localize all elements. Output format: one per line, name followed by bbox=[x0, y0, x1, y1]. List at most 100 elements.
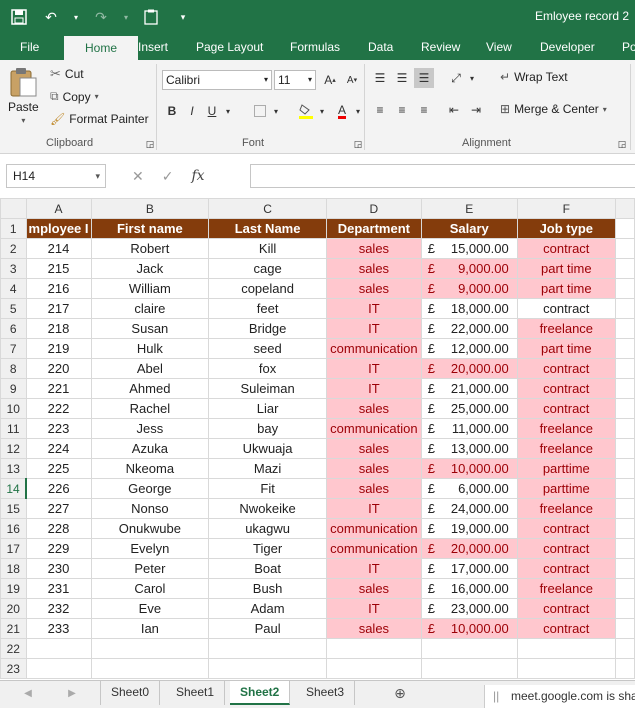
salary-cell[interactable]: £10,000.00 bbox=[420, 458, 518, 479]
italic-button[interactable]: I bbox=[182, 101, 202, 121]
department-cell[interactable]: sales bbox=[325, 398, 422, 419]
employee-id-cell[interactable]: 215 bbox=[25, 258, 92, 279]
first-name-cell[interactable]: Nonso bbox=[90, 498, 210, 519]
tab-home[interactable]: Home bbox=[64, 36, 138, 60]
row-header[interactable]: 10 bbox=[0, 398, 27, 419]
first-name-header[interactable]: First name bbox=[90, 218, 210, 239]
job-type-cell[interactable]: contract bbox=[516, 238, 616, 259]
job-type-cell[interactable]: freelance bbox=[516, 578, 616, 599]
tab-page-layout[interactable]: Page Layout bbox=[188, 34, 271, 60]
job-type-cell[interactable]: freelance bbox=[516, 498, 616, 519]
tab-formulas[interactable]: Formulas bbox=[282, 34, 348, 60]
employee-id-cell[interactable]: 227 bbox=[25, 498, 92, 519]
employee-id-cell[interactable]: 224 bbox=[25, 438, 92, 459]
empty-cell[interactable] bbox=[614, 598, 635, 619]
employee-id-cell[interactable]: 233 bbox=[25, 618, 92, 639]
empty-cell[interactable] bbox=[614, 658, 635, 679]
alignment-launcher-icon[interactable]: ◲ bbox=[612, 134, 632, 154]
employee-id-cell[interactable]: 231 bbox=[25, 578, 92, 599]
first-name-cell[interactable]: Carol bbox=[90, 578, 210, 599]
scroll-right-icon[interactable]: ▶ bbox=[62, 683, 82, 703]
last-name-cell[interactable]: Nwokeike bbox=[208, 498, 327, 519]
empty-cell[interactable] bbox=[614, 378, 635, 399]
empty-cell[interactable] bbox=[614, 258, 635, 279]
empty-cell[interactable] bbox=[614, 458, 635, 479]
department-cell[interactable]: IT bbox=[325, 498, 422, 519]
salary-cell[interactable]: £19,000.00 bbox=[420, 518, 518, 539]
first-name-cell[interactable]: Onukwube bbox=[90, 518, 210, 539]
increase-font-size-icon[interactable]: A ▴ bbox=[320, 70, 340, 90]
job-type-cell[interactable]: freelance bbox=[516, 318, 616, 339]
last-name-cell[interactable]: Paul bbox=[208, 618, 327, 639]
department-cell[interactable]: communication bbox=[325, 538, 422, 559]
undo-icon[interactable]: ↶ bbox=[40, 6, 62, 28]
last-name-cell[interactable]: Ukwuaja bbox=[208, 438, 327, 459]
job-type-header[interactable]: Job type bbox=[516, 218, 616, 239]
department-cell[interactable]: IT bbox=[325, 378, 422, 399]
name-box-dropdown-icon[interactable]: ▾ bbox=[95, 165, 100, 187]
row-header[interactable]: 16 bbox=[0, 518, 27, 539]
job-type-cell[interactable]: contract bbox=[516, 398, 616, 419]
row-header[interactable]: 4 bbox=[0, 278, 27, 299]
select-all-corner[interactable] bbox=[0, 198, 27, 219]
job-type-cell[interactable]: contract bbox=[516, 618, 616, 639]
row-header[interactable]: 22 bbox=[0, 638, 27, 659]
last-name-cell[interactable]: Bridge bbox=[208, 318, 327, 339]
last-name-cell[interactable]: Mazi bbox=[208, 458, 327, 479]
salary-cell[interactable]: £10,000.00 bbox=[420, 618, 518, 639]
sheet-tab-sheet1[interactable]: Sheet1 bbox=[166, 681, 226, 705]
row-header[interactable]: 21 bbox=[0, 618, 27, 639]
empty-cell[interactable] bbox=[90, 638, 210, 659]
row-header[interactable]: 1 bbox=[0, 218, 27, 239]
name-box[interactable]: H14 ▾ bbox=[6, 164, 106, 188]
row-header[interactable]: 7 bbox=[0, 338, 27, 359]
row-header[interactable]: 8 bbox=[0, 358, 27, 379]
first-name-cell[interactable]: Jess bbox=[90, 418, 210, 439]
sheet-tab-sheet3[interactable]: Sheet3 bbox=[296, 681, 356, 705]
last-name-cell[interactable]: Boat bbox=[208, 558, 327, 579]
salary-cell[interactable]: £22,000.00 bbox=[420, 318, 518, 339]
tab-view[interactable]: View bbox=[478, 34, 520, 60]
department-cell[interactable]: communication bbox=[325, 418, 422, 439]
last-name-cell[interactable]: Liar bbox=[208, 398, 327, 419]
employee-id-cell[interactable]: 219 bbox=[25, 338, 92, 359]
empty-cell[interactable] bbox=[614, 638, 635, 659]
empty-cell[interactable] bbox=[516, 638, 616, 659]
employee-id-cell[interactable]: 220 bbox=[25, 358, 92, 379]
employee-id-header[interactable]: mployee I bbox=[25, 218, 92, 239]
employee-id-cell[interactable]: 230 bbox=[25, 558, 92, 579]
insert-function-icon[interactable]: fx bbox=[191, 168, 204, 184]
copy-button[interactable]: ⧉ Copy ▾ bbox=[50, 89, 99, 104]
row-header[interactable]: 13 bbox=[0, 458, 27, 479]
first-name-cell[interactable]: Evelyn bbox=[90, 538, 210, 559]
job-type-cell[interactable]: contract bbox=[516, 598, 616, 619]
empty-cell[interactable] bbox=[516, 658, 616, 679]
salary-cell[interactable]: £20,000.00 bbox=[420, 538, 518, 559]
row-header[interactable]: 18 bbox=[0, 558, 27, 579]
align-middle-icon[interactable]: ☰ bbox=[392, 68, 412, 88]
job-type-cell[interactable]: contract bbox=[516, 558, 616, 579]
row-header[interactable]: 23 bbox=[0, 658, 27, 679]
column-header-b[interactable]: B bbox=[90, 198, 210, 219]
first-name-cell[interactable]: Jack bbox=[90, 258, 210, 279]
employee-id-cell[interactable]: 226 bbox=[25, 478, 92, 499]
cancel-icon[interactable]: ✕ bbox=[132, 168, 144, 185]
tab-file[interactable]: File bbox=[12, 34, 47, 60]
first-name-cell[interactable]: Eve bbox=[90, 598, 210, 619]
department-cell[interactable]: IT bbox=[325, 298, 422, 319]
salary-cell[interactable]: £9,000.00 bbox=[420, 258, 518, 279]
empty-cell[interactable] bbox=[614, 278, 635, 299]
empty-cell[interactable] bbox=[614, 398, 635, 419]
first-name-cell[interactable]: Azuka bbox=[90, 438, 210, 459]
job-type-cell[interactable]: contract bbox=[516, 518, 616, 539]
undo-dropdown-icon[interactable]: ▾ bbox=[72, 6, 80, 28]
job-type-cell[interactable]: parttime bbox=[516, 478, 616, 499]
merge-center-button[interactable]: ⊞ Merge & Center ▾ bbox=[500, 102, 607, 116]
formula-input[interactable] bbox=[250, 164, 635, 188]
last-name-cell[interactable]: fox bbox=[208, 358, 327, 379]
column-header-a[interactable]: A bbox=[25, 198, 92, 219]
empty-cell[interactable] bbox=[90, 658, 210, 679]
employee-id-cell[interactable]: 214 bbox=[25, 238, 92, 259]
column-header-e[interactable]: E bbox=[420, 198, 518, 219]
empty-cell[interactable] bbox=[208, 658, 327, 679]
